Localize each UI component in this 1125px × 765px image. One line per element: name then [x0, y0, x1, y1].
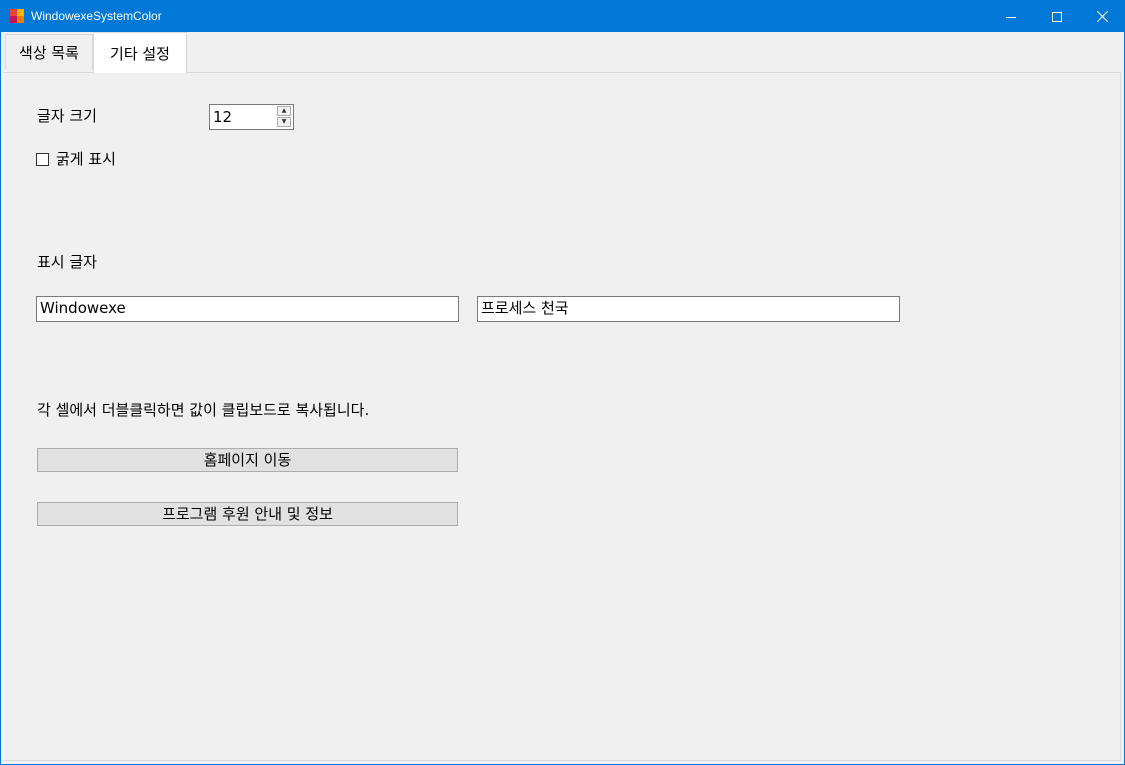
close-icon [1096, 11, 1108, 22]
display-text-field-2[interactable]: 프로세스 천국 [477, 296, 900, 322]
caret-down-icon: ▼ [281, 118, 287, 125]
display-text-label: 표시 글자 [37, 253, 97, 271]
app-window: WindowexeSystemColor 색상 목록 기타 설정 글자 크기 1… [0, 0, 1125, 765]
font-size-value[interactable]: 12 [213, 107, 232, 127]
bold-checkbox[interactable] [36, 153, 49, 166]
maximize-icon [1052, 11, 1062, 22]
tab-color-list[interactable]: 색상 목록 [5, 34, 93, 70]
display-text-field-1[interactable]: Windowexe [36, 296, 459, 322]
minimize-button[interactable] [988, 1, 1034, 32]
maximize-button[interactable] [1034, 1, 1080, 32]
stepper-buttons: ▲ ▼ [277, 106, 292, 128]
font-size-stepper[interactable]: 12 ▲ ▼ [209, 104, 294, 130]
stepper-down-button[interactable]: ▼ [277, 117, 291, 127]
homepage-button[interactable]: 홈페이지 이동 [37, 448, 458, 472]
stepper-up-button[interactable]: ▲ [277, 106, 291, 116]
close-button[interactable] [1079, 1, 1124, 32]
app-icon [10, 9, 24, 23]
sponsor-info-button[interactable]: 프로그램 후원 안내 및 정보 [37, 502, 458, 526]
tab-other-settings[interactable]: 기타 설정 [93, 32, 187, 73]
minimize-icon [1006, 16, 1016, 18]
caret-up-icon: ▲ [281, 107, 287, 114]
font-size-label: 글자 크기 [37, 107, 97, 125]
copy-hint-text: 각 셀에서 더블클릭하면 값이 클립보드로 복사됩니다. [37, 401, 370, 419]
window-title: WindowexeSystemColor [31, 9, 162, 23]
bold-checkbox-label[interactable]: 굵게 표시 [56, 150, 116, 168]
title-bar[interactable]: WindowexeSystemColor [1, 1, 1124, 32]
